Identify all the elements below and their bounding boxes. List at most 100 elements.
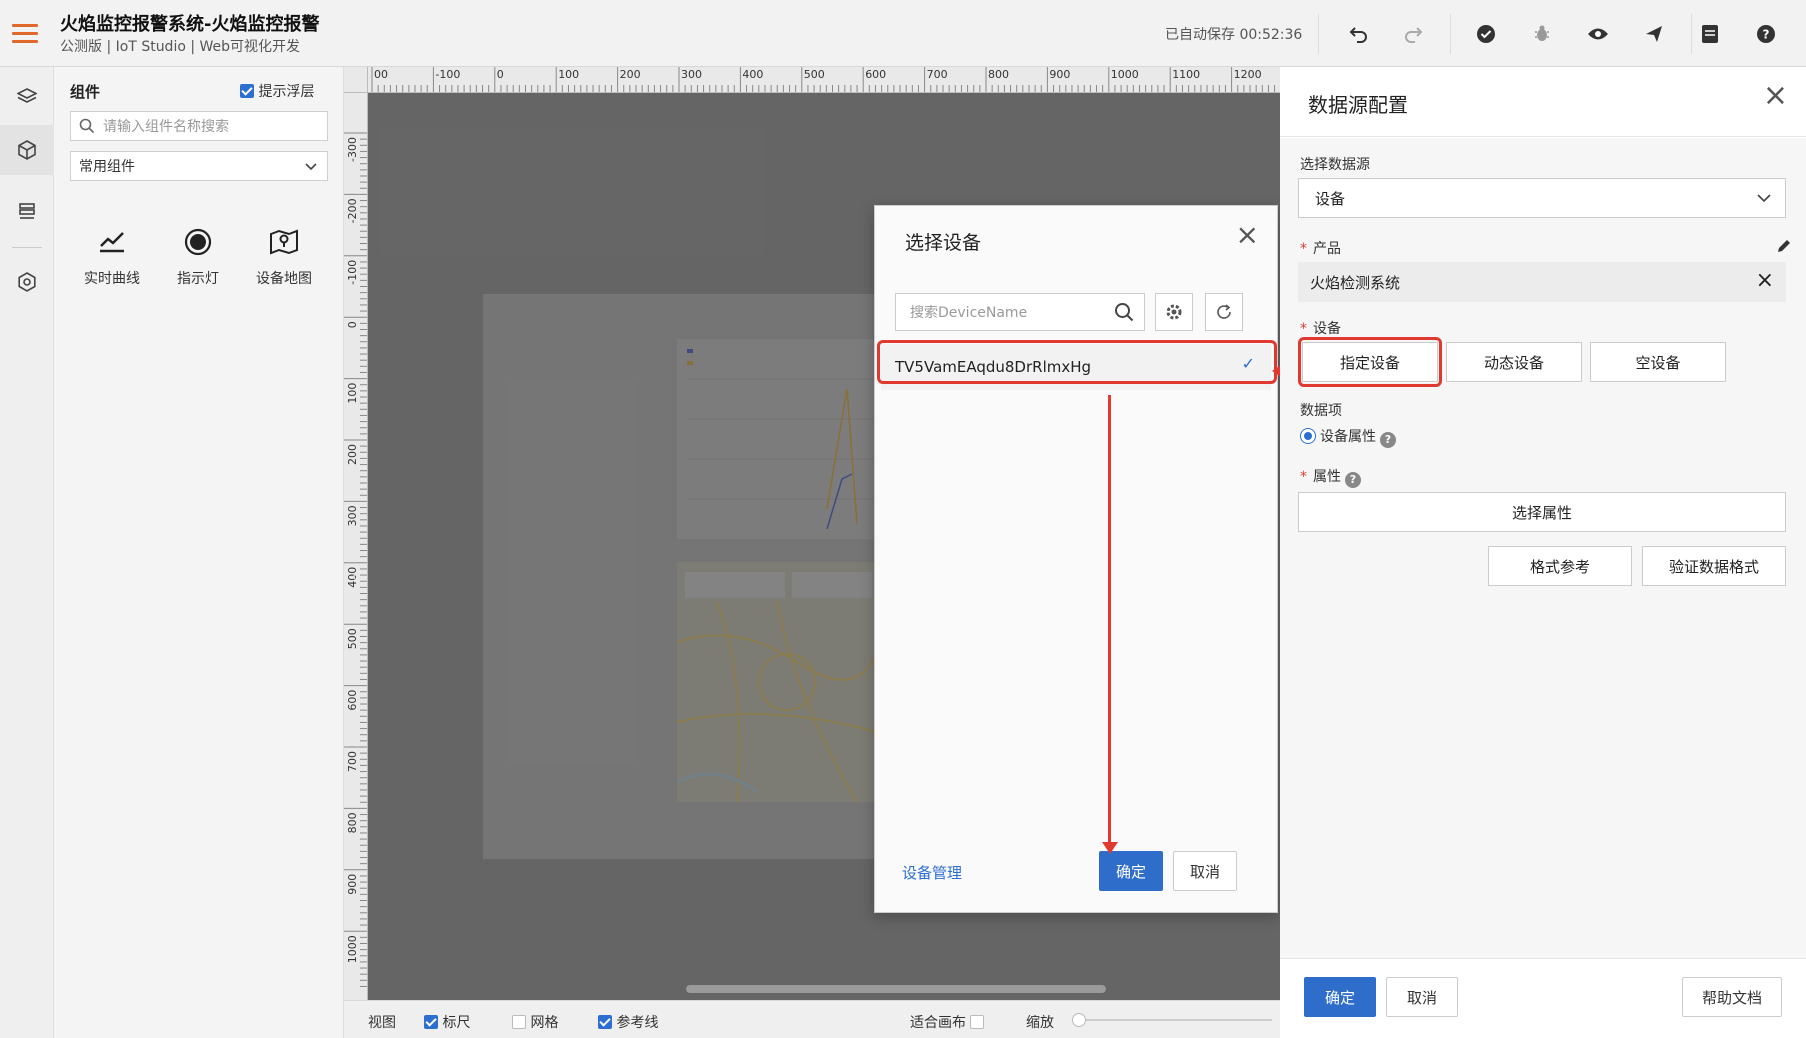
- ruler-label: 600: [865, 68, 886, 81]
- ruler-label: 1000: [346, 935, 359, 963]
- ruler-vertical[interactable]: -300 -200 -100 0 100 200 300 400 500 600 700 800 900…: [344, 93, 368, 1000]
- refresh-icon[interactable]: [1205, 293, 1243, 331]
- ruler-label: -100: [346, 260, 359, 285]
- data-item-radio[interactable]: 设备属性?: [1300, 426, 1396, 448]
- widget-indicator-light[interactable]: 指示灯: [158, 222, 238, 288]
- widget-device-map[interactable]: 设备地图: [244, 222, 324, 288]
- guide-arrow-line: [1108, 395, 1111, 845]
- app-root: 火焰监控报警系统-火焰监控报警 公测版 | IoT Studio | Web可视…: [0, 0, 1806, 1038]
- config-confirm-button[interactable]: 确定: [1304, 977, 1376, 1017]
- chevron-down-icon: [1757, 194, 1771, 203]
- device-label-text: 设备: [1313, 321, 1341, 337]
- checkbox-checked-icon[interactable]: [424, 1015, 438, 1029]
- guides-toggle-label: 参考线: [616, 1015, 659, 1031]
- datasource-select[interactable]: 设备: [1298, 178, 1786, 218]
- checkbox-unchecked-icon[interactable]: [512, 1015, 526, 1029]
- components-cube-icon[interactable]: [0, 125, 54, 175]
- ruler-label: 700: [927, 68, 948, 81]
- fit-canvas-label: 适合画布: [910, 1015, 966, 1031]
- config-header: 数据源配置 ×: [1280, 67, 1806, 137]
- canvas-status-bar: 视图 标尺 网格 参考线 适合画布 缩放: [344, 1000, 1280, 1038]
- search-icon[interactable]: [1114, 302, 1134, 322]
- redo-icon[interactable]: [1398, 19, 1428, 49]
- component-search-placeholder: 请输入组件名称搜索: [103, 119, 229, 135]
- datasource-value: 设备: [1315, 189, 1346, 208]
- search-icon: [79, 118, 95, 134]
- hamburger-menu-icon[interactable]: [12, 24, 38, 46]
- page-list-icon[interactable]: [0, 187, 54, 237]
- ruler-label: 1000: [1111, 68, 1139, 81]
- debug-bug-icon[interactable]: [1527, 19, 1557, 49]
- rail-divider: [12, 247, 42, 248]
- checkbox-checked-icon[interactable]: [240, 84, 254, 98]
- radio-selected-icon[interactable]: [1300, 428, 1316, 444]
- edit-pencil-icon[interactable]: [1776, 238, 1792, 258]
- device-map-icon: [244, 222, 324, 262]
- ruler-label: 1200: [1234, 68, 1262, 81]
- layers-icon[interactable]: [0, 72, 54, 122]
- config-cancel-button[interactable]: 取消: [1386, 977, 1458, 1017]
- format-reference-button[interactable]: 格式参考: [1488, 546, 1632, 586]
- ruler-label: 100: [346, 383, 359, 404]
- publish-send-icon[interactable]: [1639, 19, 1669, 49]
- component-search-input[interactable]: 请输入组件名称搜索: [70, 111, 328, 141]
- select-property-button[interactable]: 选择属性: [1298, 492, 1786, 532]
- ruler-label: 800: [346, 812, 359, 833]
- select-device-title: 选择设备: [905, 232, 982, 254]
- device-option-empty[interactable]: 空设备: [1590, 342, 1726, 382]
- chevron-down-icon: [305, 163, 317, 171]
- toolbar-divider: [1318, 14, 1319, 54]
- guides-toggle[interactable]: 参考线: [598, 1012, 658, 1032]
- ruler-label: 300: [681, 68, 702, 81]
- ruler-label: 200: [346, 444, 359, 465]
- autosave-status: 已自动保存 00:52:36: [1165, 27, 1303, 43]
- help-docs-button[interactable]: 帮助文档: [1682, 977, 1782, 1017]
- grid-toggle[interactable]: 网格: [512, 1012, 558, 1032]
- highlight-box-specified-device: [1298, 337, 1442, 387]
- left-icon-rail: [0, 67, 54, 1038]
- ruler-label: -300: [346, 137, 359, 162]
- ruler-label: -100: [435, 68, 460, 81]
- zoom-slider-handle[interactable]: [1072, 1013, 1086, 1027]
- help-circle-icon[interactable]: ?: [1751, 19, 1781, 49]
- ruler-toggle[interactable]: 标尺: [424, 1012, 470, 1032]
- check-circle-icon[interactable]: [1471, 19, 1501, 49]
- app-title: 火焰监控报警系统-火焰监控报警: [60, 14, 320, 35]
- settings-gear-icon[interactable]: [0, 257, 54, 307]
- product-field[interactable]: 火焰检测系统 ×: [1298, 262, 1786, 302]
- device-option-dynamic[interactable]: 动态设备: [1446, 342, 1582, 382]
- ruler-label: 200: [620, 68, 641, 81]
- svg-text:?: ?: [1763, 28, 1770, 42]
- settings-gear-icon[interactable]: [1155, 293, 1193, 331]
- ruler-horizontal[interactable]: 00 -100 0 100 200 300 400 500 600 700 800 900 1000 11…: [368, 67, 1280, 93]
- tooltip-toggle[interactable]: 提示浮层: [240, 81, 314, 101]
- checkbox-checked-icon[interactable]: [598, 1015, 612, 1029]
- horizontal-scrollbar[interactable]: [686, 985, 1106, 993]
- cancel-button[interactable]: 取消: [1173, 851, 1237, 891]
- zoom-slider[interactable]: [1072, 1013, 1272, 1027]
- chevron-left-icon[interactable]: ‹: [344, 557, 364, 597]
- help-icon[interactable]: ?: [1345, 472, 1361, 488]
- component-category-select[interactable]: 常用组件: [70, 151, 328, 181]
- help-icon[interactable]: ?: [1380, 432, 1396, 448]
- close-icon[interactable]: ×: [1763, 81, 1788, 111]
- validate-format-button[interactable]: 验证数据格式: [1642, 546, 1786, 586]
- ruler-label: 500: [804, 68, 825, 81]
- tooltip-toggle-label: 提示浮层: [258, 84, 315, 100]
- ruler-label: 600: [346, 690, 359, 711]
- undo-icon[interactable]: [1344, 19, 1374, 49]
- close-icon[interactable]: ×: [1236, 220, 1259, 250]
- confirm-button[interactable]: 确定: [1099, 851, 1163, 891]
- indicator-light-icon: [158, 222, 238, 262]
- data-item-label: 数据项: [1300, 403, 1342, 419]
- widget-realtime-curve[interactable]: 实时曲线: [72, 222, 152, 288]
- device-search-input[interactable]: 搜索DeviceName: [895, 293, 1145, 331]
- property-label: * 属性?: [1300, 466, 1361, 488]
- document-icon[interactable]: [1695, 19, 1725, 49]
- ruler-label: -200: [346, 198, 359, 223]
- data-item-option: 设备属性: [1320, 429, 1376, 445]
- clear-icon[interactable]: ×: [1756, 268, 1774, 293]
- preview-eye-icon[interactable]: [1583, 19, 1613, 49]
- fit-canvas-button[interactable]: 适合画布: [910, 1012, 985, 1032]
- device-manage-link[interactable]: 设备管理: [902, 862, 962, 883]
